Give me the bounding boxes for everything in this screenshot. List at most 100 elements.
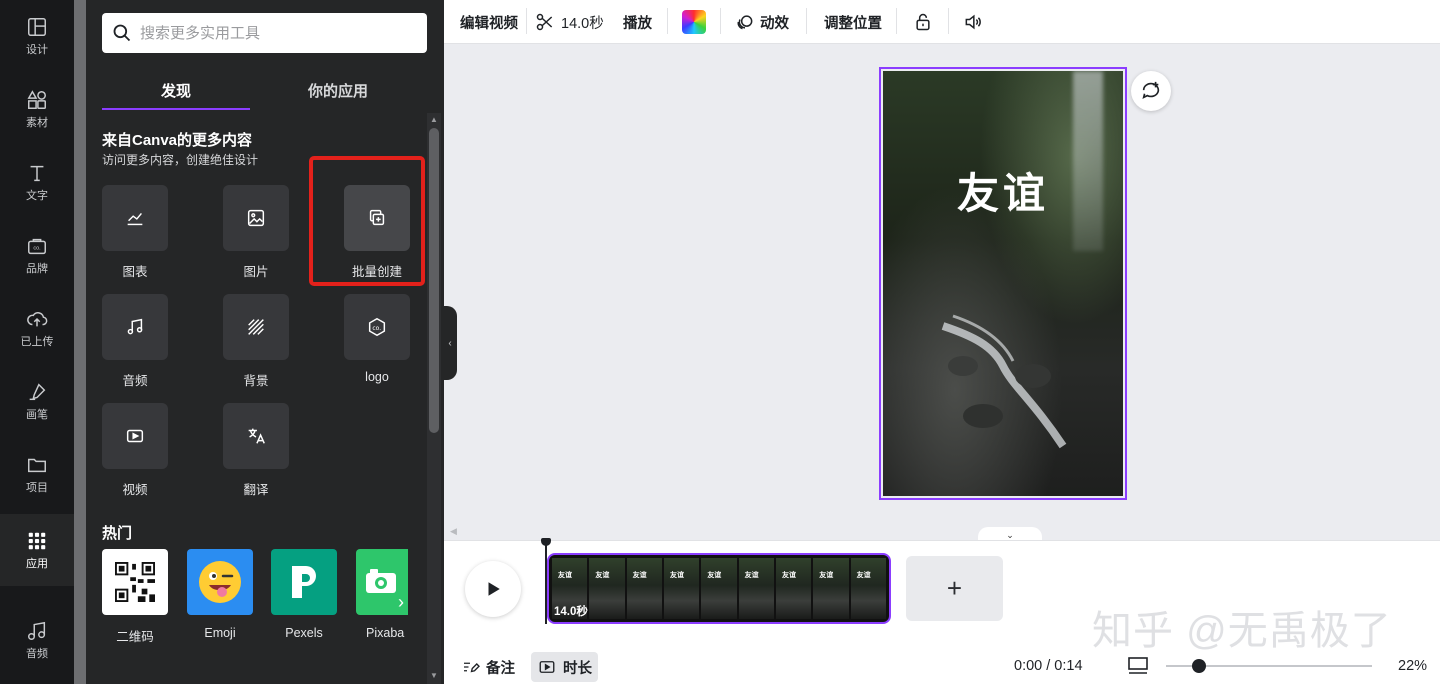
clip-frame-text: 友谊 <box>595 570 610 579</box>
rail-item-brand[interactable]: co. 品牌 <box>0 219 74 291</box>
rail-item-label: 已上传 <box>20 335 54 348</box>
notes-label: 备注 <box>486 660 515 677</box>
toolbar-divider <box>720 8 721 34</box>
rail-item-label: 素材 <box>26 116 48 129</box>
edit-video-button[interactable]: 编辑视频 <box>460 0 518 44</box>
duration-label: 14.0秒 <box>561 15 604 32</box>
search-input[interactable] <box>140 24 410 42</box>
page-layout-icon <box>1128 657 1148 674</box>
background-pattern-icon <box>248 319 264 335</box>
color-button[interactable] <box>682 0 706 44</box>
music-note-icon <box>127 318 143 335</box>
tool-chart-button[interactable] <box>102 185 168 251</box>
app-label: Pexels <box>285 626 323 640</box>
comment-plus-icon <box>1142 81 1160 99</box>
tool-label: 音频 <box>122 374 148 388</box>
rail-item-text[interactable]: 文字 <box>0 146 74 218</box>
rail-item-projects[interactable]: 项目 <box>0 438 74 510</box>
chevron-down-icon: ⌄ <box>1006 529 1014 540</box>
tool-logo-button[interactable]: co. <box>344 294 410 360</box>
clip-frame-thumbnail: 友谊 <box>626 558 662 619</box>
panel-scroll-thumb[interactable] <box>429 128 439 433</box>
translate-icon <box>248 428 265 444</box>
clip-frame-text: 友谊 <box>669 570 684 579</box>
toolbar-divider <box>526 8 527 34</box>
apps-grid-icon <box>28 532 46 549</box>
playback-time: 0:00 / 0:14 <box>1014 658 1083 674</box>
tool-audio-button[interactable] <box>102 294 168 360</box>
toolbar-divider <box>948 8 949 34</box>
tool-label: 翻译 <box>243 483 269 497</box>
rail-item-draw[interactable]: 画笔 <box>0 365 74 437</box>
duration-button[interactable]: 14.0秒 <box>535 0 604 44</box>
position-button[interactable]: 调整位置 <box>824 0 882 44</box>
video-clip[interactable]: 友谊 友谊 友谊 友谊 友谊 友谊 友谊 友谊 友谊 <box>547 553 891 624</box>
scroll-up-arrow-icon[interactable]: ▲ <box>430 115 438 124</box>
app-label: Pixaba <box>366 626 405 640</box>
app-qr-code-button[interactable] <box>102 549 168 615</box>
rail-item-label: 文字 <box>26 189 48 202</box>
clip-duration-label: 14.0秒 <box>554 606 588 618</box>
scroll-left-arrow-icon[interactable]: ◀ <box>450 526 457 537</box>
clip-frame-thumbnail: 友谊 <box>738 558 774 619</box>
scroll-down-arrow-icon[interactable]: ▼ <box>430 671 438 680</box>
rail-item-audio[interactable]: 音频 <box>0 604 74 676</box>
tab-discover[interactable]: 发现 <box>102 80 250 110</box>
video-play-icon <box>126 429 144 443</box>
tab-your-apps[interactable]: 你的应用 <box>264 80 412 110</box>
volume-button[interactable] <box>963 0 983 44</box>
section-subtitle: 访问更多内容，创建绝佳设计 <box>102 153 259 167</box>
lock-button[interactable] <box>913 0 933 44</box>
playback-button[interactable]: 播放 <box>623 0 652 44</box>
hot-section-title: 热门 <box>102 525 133 542</box>
rail-item-uploads[interactable]: 已上传 <box>0 292 74 364</box>
carousel-next-arrow-icon[interactable]: › <box>398 592 404 613</box>
animate-button[interactable]: 动效 <box>735 0 789 44</box>
zoom-slider-handle[interactable] <box>1191 659 1206 673</box>
lock-icon <box>916 13 930 31</box>
rail-item-apps[interactable]: 应用 <box>0 514 74 586</box>
collapse-panel-button[interactable]: ‹ <box>443 306 457 380</box>
rail-item-elements[interactable]: 素材 <box>0 73 74 145</box>
tool-background-button[interactable] <box>223 294 289 360</box>
stream-graphic <box>941 314 1067 449</box>
rail-item-label: 设计 <box>26 43 48 56</box>
clip-frame-thumbnail: 友谊 <box>850 558 886 619</box>
search-box[interactable] <box>102 13 427 53</box>
left-rail: 设计 素材 文字 co. 品牌 已上传 画笔 项目 应用 音频 <box>0 0 74 684</box>
rail-item-label: 画笔 <box>26 408 48 421</box>
canvas-text-friendship[interactable]: 友谊 <box>883 160 1123 221</box>
section-title: 来自Canva的更多内容 <box>102 132 253 149</box>
color-swatch-icon <box>682 10 706 34</box>
clip-frame-thumbnail: 友谊 <box>701 558 737 619</box>
add-comment-button[interactable] <box>1131 71 1171 111</box>
playhead[interactable] <box>545 540 547 624</box>
chevron-left-icon: ‹ <box>448 337 452 349</box>
rail-item-design[interactable]: 设计 <box>0 0 74 72</box>
pexels-icon <box>292 566 316 598</box>
tool-video-button[interactable] <box>102 403 168 469</box>
brush-icon <box>29 382 46 400</box>
tool-label: 图表 <box>122 265 148 279</box>
qr-code-icon <box>115 562 155 602</box>
app-emoji-button[interactable] <box>187 549 253 615</box>
tool-image-button[interactable] <box>223 185 289 251</box>
layout-icon <box>28 17 46 36</box>
add-page-button[interactable]: + <box>906 556 1003 621</box>
clip-frame-text: 友谊 <box>744 570 759 579</box>
app-pexels-button[interactable] <box>271 549 337 615</box>
clip-frame-thumbnail: 友谊 <box>589 558 625 619</box>
timeline-play-icon <box>539 661 555 673</box>
pixabay-icon <box>366 569 396 593</box>
app-label: 二维码 <box>116 630 154 644</box>
notes-button[interactable]: 备注 <box>454 652 521 682</box>
tool-translate-button[interactable] <box>223 403 289 469</box>
video-page[interactable] <box>883 71 1123 496</box>
plus-icon: + <box>946 573 963 603</box>
panel-divider <box>74 0 86 684</box>
play-button[interactable] <box>465 561 521 617</box>
toolbar-divider <box>896 8 897 34</box>
page-view-button[interactable] <box>1127 656 1149 681</box>
duration-view-button[interactable]: 时长 <box>531 652 598 682</box>
rail-item-label: 音频 <box>26 647 48 660</box>
